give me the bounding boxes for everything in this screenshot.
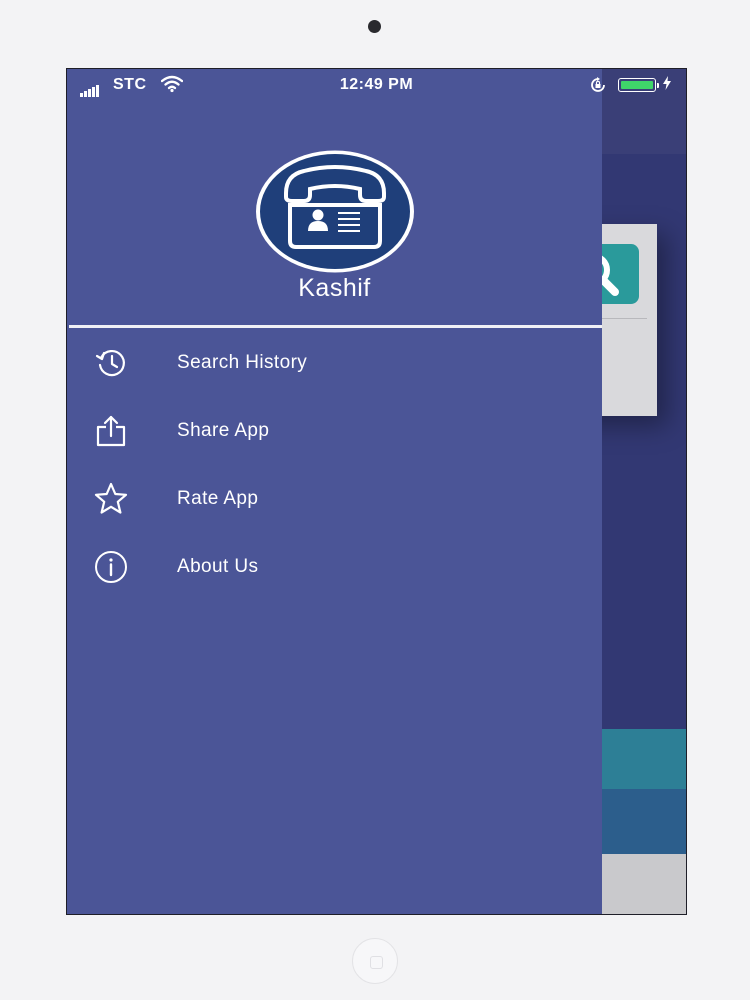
- menu-item-label: Rate App: [177, 488, 259, 509]
- menu-item-share-app[interactable]: Share App: [67, 400, 602, 460]
- menu-item-rate-app[interactable]: Rate App: [67, 468, 602, 528]
- front-camera: [368, 20, 381, 33]
- device-screen: STC 12:49 PM Kashif Search History Share…: [67, 69, 686, 914]
- menu-item-search-history[interactable]: Search History: [67, 332, 602, 392]
- menu-item-label: Search History: [177, 352, 308, 373]
- battery-icon: [618, 78, 659, 92]
- share-icon: [93, 413, 129, 449]
- rotation-lock-icon: [589, 76, 607, 99]
- star-icon: [93, 481, 129, 517]
- menu-item-label: Share App: [177, 420, 270, 441]
- charging-icon: [663, 76, 671, 95]
- status-bar: STC 12:49 PM: [67, 69, 686, 101]
- kashif-logo-icon: [254, 149, 416, 274]
- navigation-drawer: Kashif Search History Share App Rate App…: [67, 69, 602, 914]
- app-name: Kashif: [298, 274, 371, 302]
- history-icon: [93, 345, 129, 381]
- header-divider: [69, 325, 602, 328]
- home-button[interactable]: [352, 938, 398, 984]
- menu-item-about-us[interactable]: About Us: [67, 536, 602, 596]
- menu-item-label: About Us: [177, 556, 259, 577]
- info-icon: [93, 549, 129, 585]
